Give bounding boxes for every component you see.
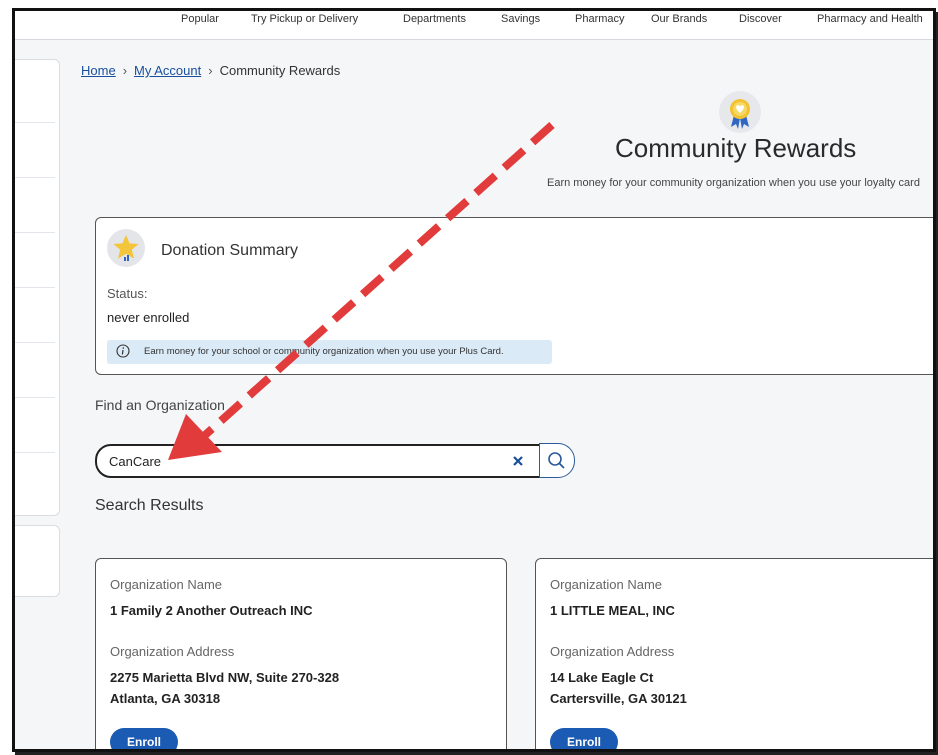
find-organization-label: Find an Organization (95, 397, 225, 413)
sidebar-divider (15, 452, 55, 453)
organization-name: 1 LITTLE MEAL, INC (550, 603, 675, 618)
info-banner-text: Earn money for your school or community … (144, 346, 504, 357)
info-banner: Earn money for your school or community … (107, 340, 552, 364)
page-subtitle: Earn money for your community organizati… (547, 177, 920, 189)
status-value: never enrolled (107, 310, 190, 325)
nav-item-discover[interactable]: Discover (739, 13, 782, 25)
breadcrumb-my-account-link[interactable]: My Account (134, 63, 201, 78)
nav-item-pickup[interactable]: Try Pickup or Delivery (251, 13, 358, 25)
search-button[interactable] (539, 443, 575, 478)
organization-address-line1: 2275 Marietta Blvd NW, Suite 270-328 (110, 670, 340, 685)
organization-name-label: Organization Name (550, 577, 662, 592)
organization-address-label: Organization Address (550, 644, 675, 659)
page-title: Community Rewards (615, 133, 857, 163)
star-icon (107, 229, 145, 267)
nav-item-savings[interactable]: Savings (501, 13, 540, 25)
donation-summary-card: Donation Summary Status: never enrolled … (95, 217, 933, 375)
organization-address-line2: Cartersville, GA 30121 (550, 691, 687, 706)
sidebar-divider (15, 232, 55, 233)
organization-name-label: Organization Name (110, 577, 222, 592)
organization-card: Organization Name 1 LITTLE MEAL, INC Org… (535, 558, 933, 749)
enroll-button[interactable]: Enroll (110, 728, 178, 749)
breadcrumb-current: Community Rewards (219, 63, 341, 78)
browser-frame: Popular Try Pickup or Delivery Departmen… (12, 8, 936, 752)
breadcrumb-home-link[interactable]: Home (81, 63, 116, 78)
donation-summary-title: Donation Summary (161, 242, 298, 259)
breadcrumb-separator: › (208, 63, 213, 78)
nav-item-departments[interactable]: Departments (403, 13, 466, 25)
nav-item-pharmacy[interactable]: Pharmacy (575, 13, 625, 25)
search-icon (548, 452, 565, 469)
info-icon (116, 344, 130, 358)
breadcrumb: Home › My Account › Community Rewards (81, 63, 340, 78)
top-navigation: Popular Try Pickup or Delivery Departmen… (15, 11, 933, 40)
sidebar-divider (15, 287, 55, 288)
enroll-button[interactable]: Enroll (550, 728, 618, 749)
nav-item-pharmacy-health[interactable]: Pharmacy and Health (817, 13, 923, 25)
organization-search-field[interactable] (95, 444, 541, 478)
organization-address-line1: 14 Lake Eagle Ct (550, 670, 654, 685)
nav-item-popular[interactable]: Popular (181, 13, 219, 25)
sidebar-divider (15, 397, 55, 398)
organization-name: 1 Family 2 Another Outreach INC (110, 603, 313, 618)
close-icon[interactable] (509, 451, 527, 471)
status-label: Status: (107, 286, 148, 301)
sidebar-divider (15, 122, 55, 123)
nav-item-our-brands[interactable]: Our Brands (651, 13, 707, 25)
breadcrumb-separator: › (122, 63, 128, 78)
organization-card: Organization Name 1 Family 2 Another Out… (95, 558, 507, 749)
ribbon-award-icon (719, 91, 761, 133)
sidebar-divider (15, 342, 55, 343)
organization-address-label: Organization Address (110, 644, 235, 659)
organization-address-line2: Atlanta, GA 30318 (110, 691, 221, 706)
search-results-title: Search Results (95, 497, 204, 514)
sidebar-secondary-panel (15, 525, 60, 597)
sidebar-divider (15, 177, 55, 178)
organization-search-input[interactable] (109, 451, 489, 471)
account-sidebar (15, 59, 60, 516)
